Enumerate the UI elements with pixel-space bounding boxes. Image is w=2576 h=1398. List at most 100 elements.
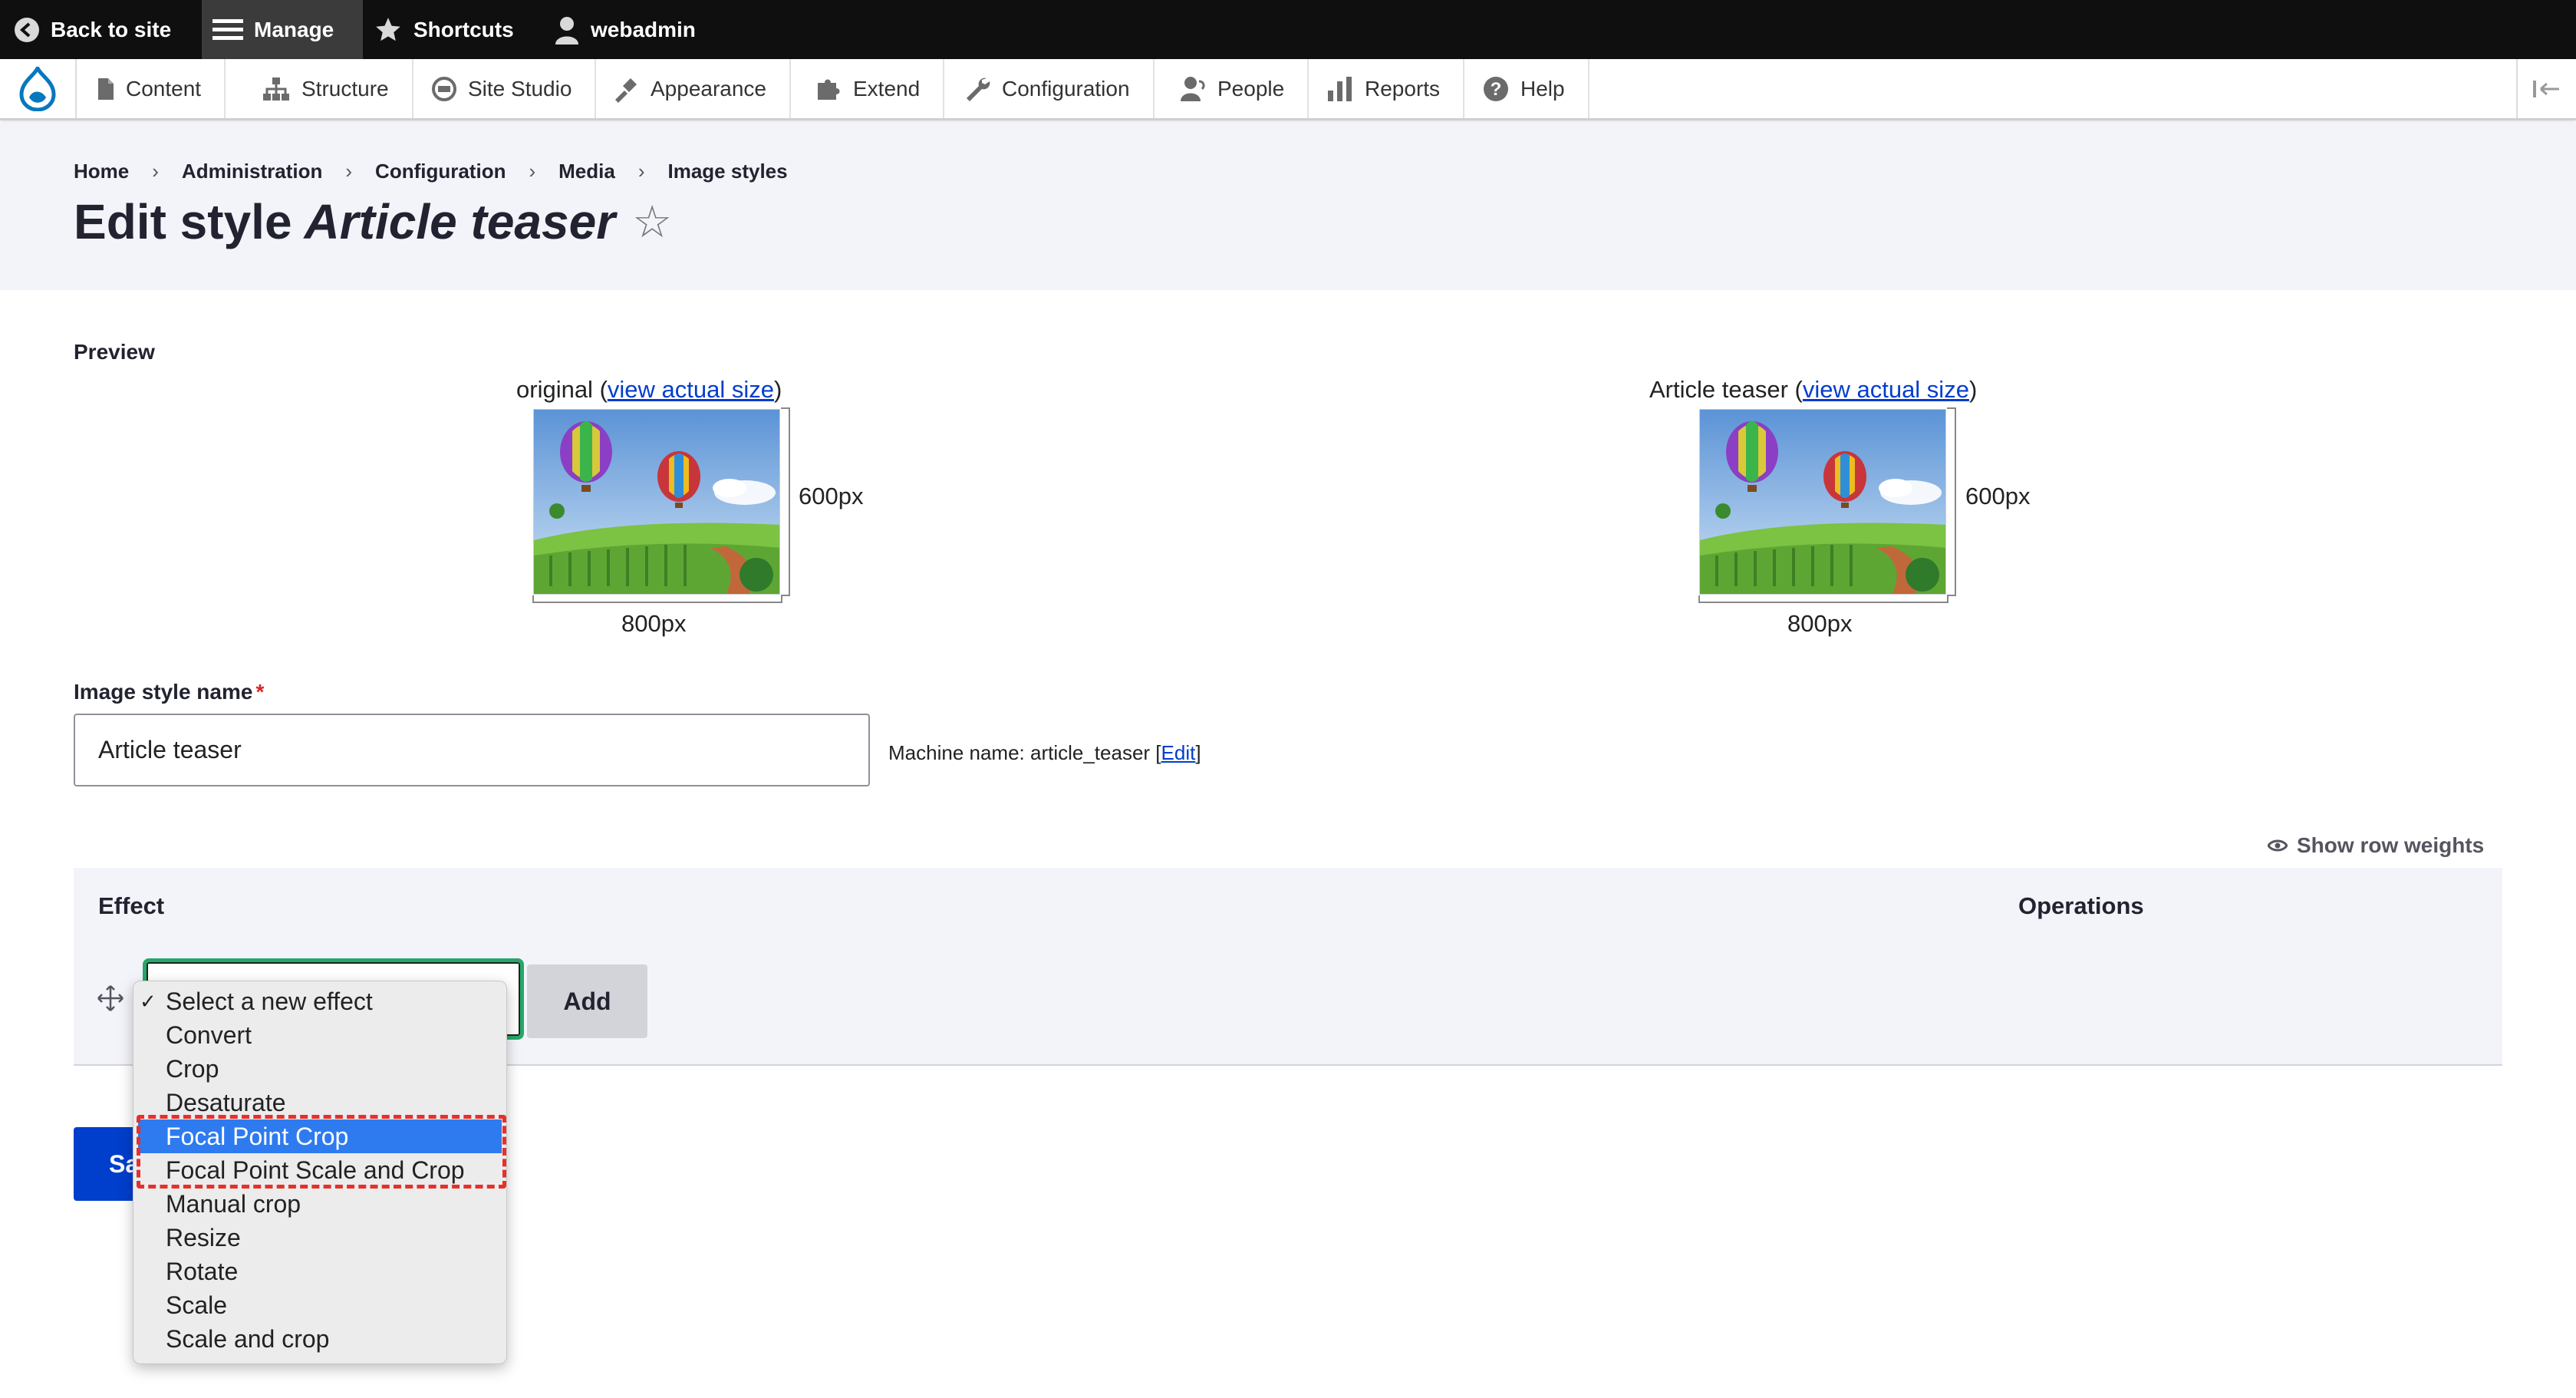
effect-options-dropdown: ✓ Select a new effect Convert Crop Desatu… [133, 981, 507, 1364]
tray-item-reports[interactable]: Reports [1306, 59, 1465, 118]
width-dimension-line [1698, 595, 1948, 603]
drag-handle-icon[interactable] [97, 984, 124, 1016]
tray-item-label: Structure [301, 76, 389, 101]
image-style-name-label-text: Image style name [74, 680, 253, 704]
styled-preview-image[interactable] [1699, 409, 1946, 595]
svg-text:?: ? [1491, 79, 1502, 100]
tray-item-label: People [1217, 76, 1285, 101]
width-dimension-line [532, 595, 782, 603]
drupal-logo-icon[interactable] [0, 59, 77, 118]
breadcrumb-administration[interactable]: Administration [182, 160, 322, 183]
admin-tray: Content Structure Site Studio Appearance… [0, 59, 2576, 120]
column-header-effect: Effect [98, 892, 165, 919]
manage-tab[interactable]: Manage [202, 0, 363, 59]
image-style-name-label: Image style name * [74, 680, 264, 704]
option-label: Focal Point Scale and Crop [166, 1156, 465, 1184]
option-label: Resize [166, 1224, 241, 1251]
option-desaturate[interactable]: Desaturate [133, 1086, 506, 1119]
breadcrumb: Home › Administration › Configuration › … [74, 160, 788, 183]
tray-item-help[interactable]: ? Help [1462, 59, 1589, 118]
back-to-site-label: Back to site [51, 17, 172, 41]
option-manual-crop[interactable]: Manual crop [133, 1187, 506, 1221]
shortcut-star-icon[interactable]: ☆ [632, 196, 672, 248]
add-effect-button[interactable]: Add [527, 964, 647, 1038]
shortcuts-label: Shortcuts [413, 17, 514, 41]
option-scale-and-crop[interactable]: Scale and crop [133, 1322, 506, 1356]
tray-item-label: Site Studio [468, 76, 572, 101]
option-label: Manual crop [166, 1190, 301, 1218]
tray-item-label: Extend [853, 76, 921, 101]
option-rotate[interactable]: Rotate [133, 1255, 506, 1288]
show-row-weights-toggle[interactable]: Show row weights [2268, 833, 2484, 858]
user-icon [555, 16, 578, 45]
tray-item-appearance[interactable]: Appearance [592, 59, 792, 118]
styled-height-label: 600px [1965, 483, 2031, 509]
breadcrumb-home[interactable]: Home [74, 160, 129, 183]
option-scale[interactable]: Scale [133, 1288, 506, 1322]
option-label: Scale [166, 1291, 228, 1319]
tray-item-label: Help [1520, 76, 1565, 101]
styled-width-label: 800px [1787, 610, 1853, 637]
option-convert[interactable]: Convert [133, 1018, 506, 1052]
user-tab[interactable]: webadmin [554, 0, 696, 59]
tray-item-label: Configuration [1002, 76, 1130, 101]
manage-label: Manage [254, 17, 334, 41]
option-label: Desaturate [166, 1089, 286, 1116]
original-width-label: 800px [621, 610, 687, 637]
tray-item-structure[interactable]: Structure [242, 59, 413, 118]
tray-item-configuration[interactable]: Configuration [944, 59, 1155, 118]
original-preview-image[interactable] [533, 409, 780, 595]
breadcrumb-separator: › [345, 160, 353, 183]
collapse-tray-button[interactable] [2516, 59, 2576, 118]
page-header: Home › Administration › Configuration › … [0, 123, 2576, 290]
option-label: Scale and crop [166, 1325, 330, 1353]
original-view-actual-size-link[interactable]: view actual size [608, 376, 774, 403]
tray-item-content[interactable]: Content [77, 59, 226, 118]
option-select-a-new-effect[interactable]: ✓ Select a new effect [133, 984, 506, 1018]
original-height-label: 600px [799, 483, 864, 509]
checkmark-icon: ✓ [140, 990, 156, 1013]
height-dimension-line [1947, 407, 1956, 596]
user-label: webadmin [591, 17, 696, 41]
person-icon [1181, 76, 1205, 101]
puzzle-icon [818, 79, 840, 100]
breadcrumb-separator: › [529, 160, 536, 183]
file-icon [98, 77, 114, 100]
required-marker: * [255, 680, 265, 704]
breadcrumb-image-styles[interactable]: Image styles [668, 160, 788, 183]
page-title: Edit style Article teaser ☆ [74, 193, 672, 250]
breadcrumb-separator: › [152, 160, 159, 183]
sitemap-icon [263, 77, 289, 101]
tray-item-extend[interactable]: Extend [795, 59, 945, 118]
admin-toolbar: Back to site Manage Shortcuts webadmin [0, 0, 2576, 59]
original-caption: original (view actual size) [516, 376, 782, 403]
wrench-icon [967, 77, 990, 101]
option-label: Convert [166, 1021, 252, 1049]
styled-view-actual-size-link[interactable]: view actual size [1803, 376, 1969, 403]
show-row-weights-label: Show row weights [2297, 833, 2485, 857]
breadcrumb-configuration[interactable]: Configuration [375, 160, 506, 183]
machine-name-edit-link[interactable]: Edit [1161, 741, 1196, 764]
tray-item-label: Content [126, 76, 202, 101]
option-label: Focal Point Crop [166, 1123, 349, 1150]
styled-caption: Article teaser (view actual size) [1649, 376, 1978, 403]
paintbrush-icon [615, 77, 637, 103]
option-crop[interactable]: Crop [133, 1052, 506, 1086]
back-to-site-link[interactable]: Back to site [14, 0, 189, 59]
breadcrumb-separator: › [637, 160, 645, 183]
option-label: Select a new effect [166, 988, 373, 1015]
image-style-name-input[interactable] [74, 714, 870, 786]
shortcuts-tab[interactable]: Shortcuts [374, 0, 514, 59]
machine-name-text: Machine name: article_teaser [888, 741, 1151, 764]
tray-item-site-studio[interactable]: Site Studio [411, 59, 597, 118]
option-resize[interactable]: Resize [133, 1221, 506, 1255]
eye-icon [2268, 839, 2288, 852]
tray-item-label: Appearance [651, 76, 767, 101]
breadcrumb-media[interactable]: Media [558, 160, 615, 183]
option-focal-point-crop[interactable]: Focal Point Crop [138, 1119, 502, 1153]
option-focal-point-scale-and-crop[interactable]: Focal Point Scale and Crop [133, 1153, 506, 1187]
height-dimension-line [781, 407, 790, 596]
tray-item-people[interactable]: People [1159, 59, 1309, 118]
option-label: Crop [166, 1055, 219, 1083]
hamburger-icon [212, 18, 243, 40]
